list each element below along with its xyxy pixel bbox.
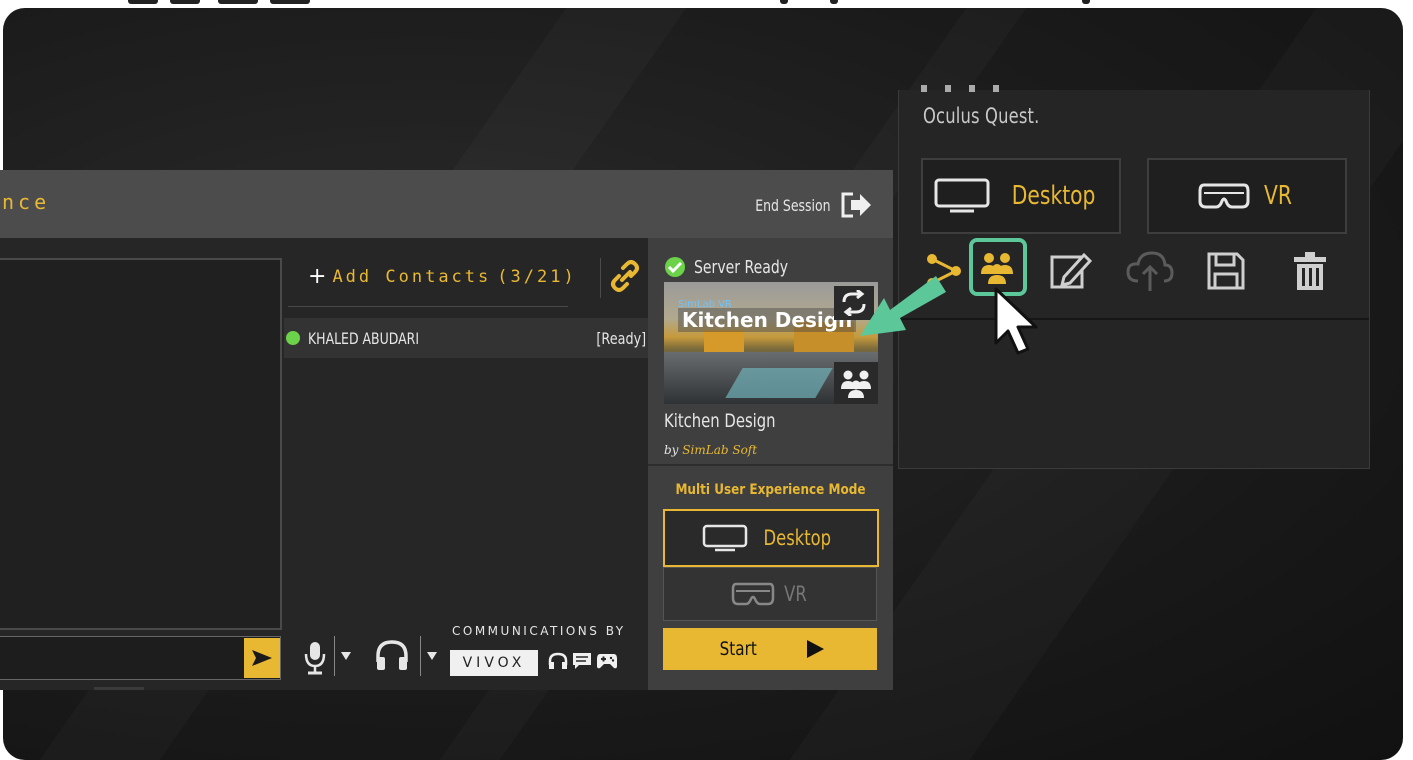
add-contacts-label: Add Contacts xyxy=(332,266,492,287)
panel-divider xyxy=(899,318,1369,320)
floor-rug xyxy=(725,368,833,398)
author-name: SimLab Soft xyxy=(682,443,758,457)
triangle-down-icon xyxy=(427,652,437,660)
thumbnail-title: Kitchen Design xyxy=(678,308,857,332)
multi-user-icon xyxy=(841,370,871,398)
send-button[interactable] xyxy=(244,638,280,678)
multi-user-badge xyxy=(834,362,878,404)
communications-caption: COMMUNICATIONS BY xyxy=(452,624,626,638)
vr-headset-icon xyxy=(731,582,774,606)
add-contacts-button[interactable]: + Add Contacts (3/21) xyxy=(308,264,577,289)
session-title: nce xyxy=(2,190,51,214)
mouse-cursor-icon xyxy=(994,287,1038,355)
project-thumbnail[interactable]: SimLab VR Kitchen Design xyxy=(664,282,878,404)
triangle-down-icon xyxy=(341,652,351,660)
desktop-mode-label: Desktop xyxy=(1012,181,1096,211)
online-status-dot xyxy=(286,331,300,345)
vivox-logo: VIVOX xyxy=(450,650,538,676)
cloud-upload-icon xyxy=(1126,251,1174,291)
multi-user-mode-heading: Multi User Experience Mode xyxy=(675,482,866,498)
audio-divider xyxy=(334,636,335,676)
mu-vr-button[interactable]: VR xyxy=(663,567,877,621)
mu-desktop-label: Desktop xyxy=(763,526,831,550)
trash-icon xyxy=(1294,252,1326,290)
project-details-panel: Oculus Quest. Desktop VR xyxy=(898,85,1370,469)
multi-user-icon xyxy=(981,253,1013,284)
headset-icon xyxy=(548,652,568,669)
server-status-label: Server Ready xyxy=(694,256,789,278)
project-actions-toolbar xyxy=(917,238,1347,298)
monitor-icon xyxy=(702,524,747,552)
start-button[interactable]: Start xyxy=(663,628,877,670)
toolbar-divider xyxy=(600,258,601,298)
contacts-panel: + Add Contacts (3/21) KHALED ABUDARI [Re… xyxy=(284,238,648,690)
end-session-button[interactable]: End Session xyxy=(734,191,873,219)
contact-row[interactable]: KHALED ABUDARI [Ready] xyxy=(284,318,648,358)
description-cropped-line xyxy=(921,82,1121,92)
mu-desktop-button[interactable]: Desktop xyxy=(663,509,879,567)
send-arrow-icon xyxy=(252,650,272,666)
server-status: Server Ready xyxy=(664,256,815,278)
chat-bubble-icon xyxy=(573,653,591,669)
contacts-divider xyxy=(288,306,568,307)
start-label: Start xyxy=(719,638,757,660)
annotation-arrow xyxy=(860,276,946,336)
contact-name: KHALED ABUDARI xyxy=(308,328,420,348)
link-icon xyxy=(611,260,639,292)
project-name: Kitchen Design xyxy=(664,410,776,432)
audio-controls: COMMUNICATIONS BY VIVOX xyxy=(296,624,648,684)
delete-button[interactable] xyxy=(1283,244,1337,298)
exit-icon xyxy=(841,192,871,218)
mu-vr-label: VR xyxy=(783,582,807,606)
sidebar-divider xyxy=(648,464,893,466)
check-circle-icon xyxy=(665,257,685,277)
edit-button[interactable] xyxy=(1043,244,1097,298)
save-button[interactable] xyxy=(1199,244,1253,298)
gamepad-icon xyxy=(597,654,617,669)
chat-input[interactable] xyxy=(0,636,281,680)
headphones-button[interactable] xyxy=(374,638,410,672)
desktop-mode-button[interactable]: Desktop xyxy=(921,158,1121,234)
headphones-icon xyxy=(376,640,408,670)
microphone-icon xyxy=(304,642,326,675)
screenshot-stage: Oculus Quest. Desktop VR nce End Session… xyxy=(0,0,1413,760)
contacts-count: (3/21) xyxy=(497,266,577,287)
monitor-icon xyxy=(934,178,990,213)
chat-scroll-indicator xyxy=(94,687,144,690)
invite-link-button[interactable] xyxy=(610,260,640,292)
microphone-button[interactable] xyxy=(302,640,328,676)
upload-button[interactable] xyxy=(1123,244,1177,298)
edit-icon xyxy=(1050,252,1092,289)
plus-icon: + xyxy=(308,264,327,289)
vivox-feature-icons xyxy=(548,652,618,670)
project-description: Oculus Quest. xyxy=(923,104,1040,128)
vr-mode-label: VR xyxy=(1264,181,1292,211)
vr-mode-button[interactable]: VR xyxy=(1147,158,1347,234)
session-body: + Add Contacts (3/21) KHALED ABUDARI [Re… xyxy=(0,238,893,690)
vr-headset-icon xyxy=(1198,183,1250,209)
chat-messages-area[interactable] xyxy=(0,258,282,630)
microphone-dropdown[interactable] xyxy=(340,648,352,666)
play-icon xyxy=(807,640,825,658)
contact-status: [Ready] xyxy=(596,328,646,348)
end-session-label: End Session xyxy=(755,195,831,215)
floppy-disk-icon xyxy=(1207,252,1245,290)
author-prefix: by xyxy=(664,443,679,457)
headphones-dropdown[interactable] xyxy=(426,648,438,666)
thumbnail-banner: SimLab VR Kitchen Design xyxy=(678,299,857,332)
project-author: by SimLab Soft xyxy=(664,443,757,457)
session-header: nce End Session xyxy=(0,170,893,238)
audio-divider-2 xyxy=(420,636,421,676)
